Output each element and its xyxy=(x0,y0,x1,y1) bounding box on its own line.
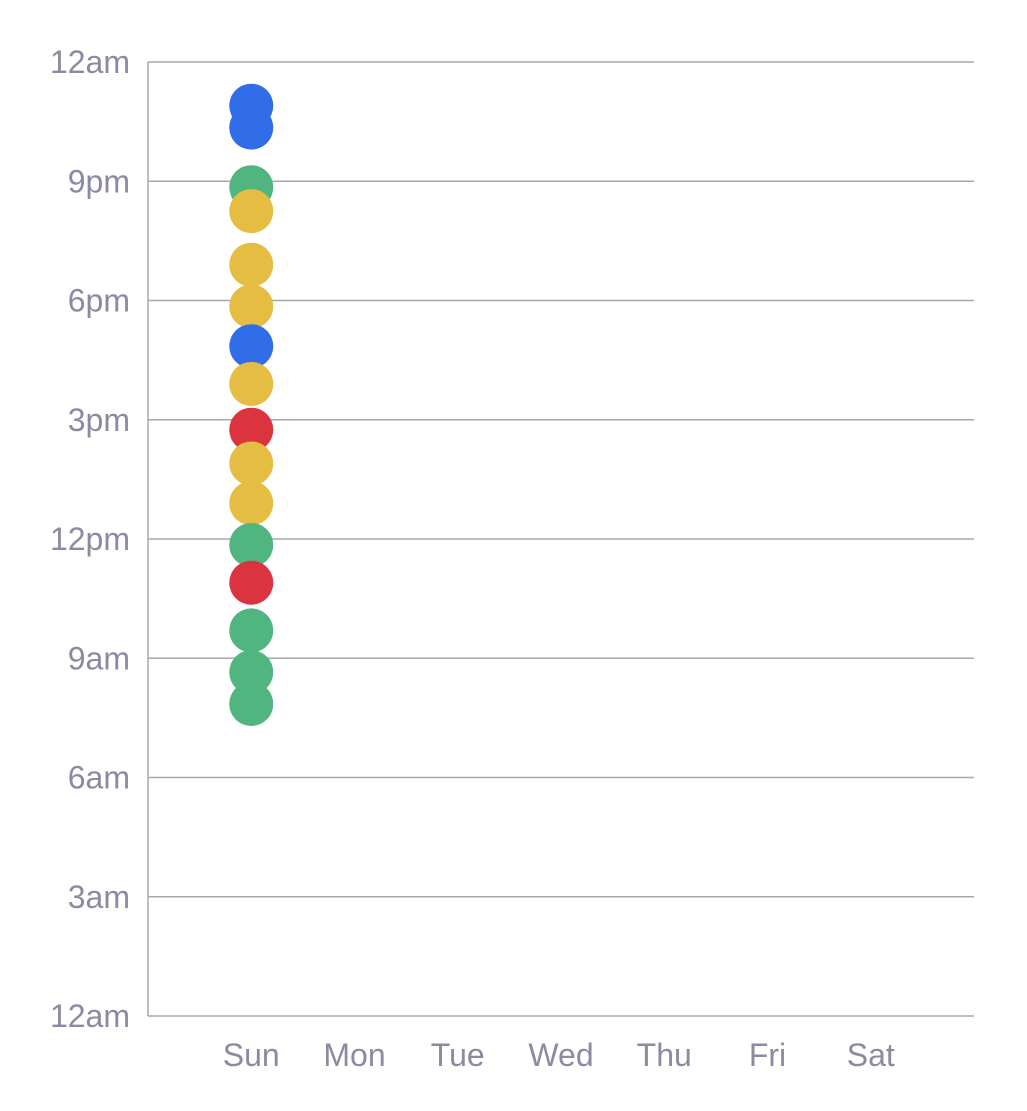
y-tick-label: 9pm xyxy=(68,163,130,199)
data-point-green xyxy=(229,522,274,567)
x-tick-label: Wed xyxy=(528,1037,593,1073)
data-point-blue xyxy=(229,324,274,369)
data-point-yellow xyxy=(229,284,274,329)
x-tick-label: Fri xyxy=(749,1037,786,1073)
data-point-red xyxy=(229,560,274,605)
y-tick-label: 3am xyxy=(68,879,130,915)
data-point-yellow xyxy=(229,481,274,526)
data-point-blue xyxy=(229,105,274,150)
data-point-yellow xyxy=(229,242,274,287)
y-tick-label: 9am xyxy=(68,640,130,676)
x-tick-label: Sun xyxy=(223,1037,280,1073)
day-hour-scatter-chart: 12am 3am 6am 9am 12pm 3pm 6pm 9pm 12am Sun Mon Tue… xyxy=(50,44,974,1073)
y-tick-label: 12am xyxy=(50,44,130,80)
x-tick-label: Tue xyxy=(431,1037,485,1073)
y-tick-label: 6am xyxy=(68,760,130,796)
x-axis-ticks: Sun Mon Tue Wed Thu Fri Sat xyxy=(223,1037,895,1073)
y-axis-ticks: 12am 3am 6am 9am 12pm 3pm 6pm 9pm 12am xyxy=(50,44,130,1034)
data-point-yellow xyxy=(229,189,274,234)
x-tick-label: Sat xyxy=(847,1037,895,1073)
x-tick-label: Thu xyxy=(637,1037,692,1073)
data-point-green xyxy=(229,608,274,653)
y-tick-label: 12am xyxy=(50,998,130,1034)
data-point-yellow xyxy=(229,441,274,486)
y-tick-label: 3pm xyxy=(68,402,130,438)
y-tick-label: 12pm xyxy=(50,521,130,557)
data-point-yellow xyxy=(229,361,274,406)
data-points xyxy=(229,83,274,726)
x-tick-label: Mon xyxy=(323,1037,385,1073)
data-point-green xyxy=(229,681,274,726)
y-tick-label: 6pm xyxy=(68,283,130,319)
